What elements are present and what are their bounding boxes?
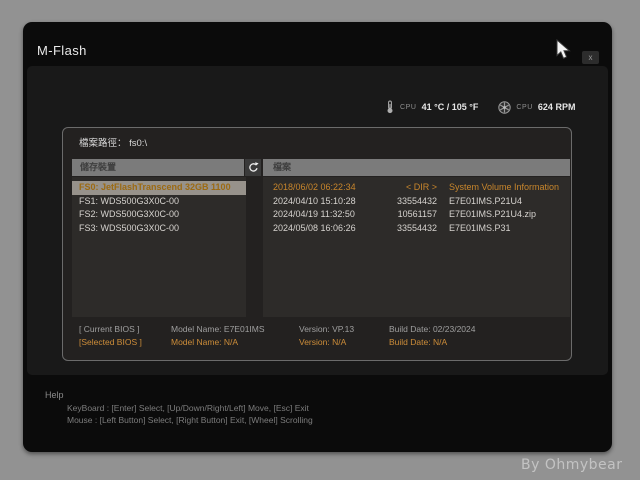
file-name: E7E01IMS.P31 (449, 222, 570, 236)
cpu-fan-label: CPU (516, 104, 533, 111)
file-size: 10561157 (385, 208, 437, 222)
selected-bios-info: [Selected BIOS ] Model Name: N/A Version… (79, 337, 447, 347)
file-name: E7E01IMS.P21U4 (449, 195, 570, 209)
thermometer-icon (385, 100, 395, 114)
cpu-temp-label: CPU (400, 104, 417, 111)
storage-device-row[interactable]: FS1: WDS500G3X0C-00 (72, 195, 246, 209)
arrow-cursor-icon (556, 39, 574, 61)
file-size: < DIR > (385, 181, 437, 195)
m-flash-window: M-Flash x CPU 41 °C / 105 °F (23, 22, 612, 452)
file-date: 2018/06/02 06:22:34 (273, 181, 373, 195)
selected-bios-version: Version: N/A (299, 337, 389, 347)
file-name: System Volume Information (449, 181, 570, 195)
file-row[interactable]: 2018/06/02 06:22:34 < DIR > System Volum… (263, 181, 570, 195)
watermark-text: By Ohmybear (521, 457, 623, 473)
refresh-icon (248, 162, 259, 173)
file-date: 2024/04/10 15:10:28 (273, 195, 373, 209)
close-button[interactable]: x (582, 51, 599, 64)
fan-icon (498, 101, 511, 114)
storage-device-row[interactable]: FS2: WDS500G3X0C-00 (72, 208, 246, 222)
storage-device-row[interactable]: FS3: WDS500G3X0C-00 (72, 222, 246, 236)
files-header: 檔案 (263, 159, 570, 176)
storage-devices-header: 儲存裝置 (72, 159, 244, 176)
content-panel: CPU 41 °C / 105 °F CPU (27, 66, 608, 375)
file-name: E7E01IMS.P21U4.zip (449, 208, 570, 222)
current-bios-label: [ Current BIOS ] (79, 324, 171, 334)
selected-bios-label: [Selected BIOS ] (79, 337, 171, 347)
window-title: M-Flash (37, 43, 87, 58)
file-row[interactable]: 2024/04/19 11:32:50 10561157 E7E01IMS.P2… (263, 208, 570, 222)
current-bios-info: [ Current BIOS ] Model Name: E7E01IMS Ve… (79, 324, 475, 334)
file-path-label: 檔案路徑： fs0:\ (79, 135, 147, 149)
file-date: 2024/04/19 11:32:50 (273, 208, 373, 222)
help-title: Help (45, 390, 64, 400)
file-size: 33554432 (385, 195, 437, 209)
current-bios-build-date: Build Date: 02/23/2024 (389, 324, 475, 334)
file-date: 2024/05/08 16:06:26 (273, 222, 373, 236)
selected-bios-build-date: Build Date: N/A (389, 337, 447, 347)
desktop-background: M-Flash x CPU 41 °C / 105 °F (0, 0, 640, 480)
help-keyboard-line: KeyBoard : [Enter] Select, [Up/Down/Righ… (67, 403, 309, 413)
storage-device-row[interactable]: FS0: JetFlashTranscend 32GB 1100 (72, 181, 246, 195)
refresh-button[interactable] (245, 159, 261, 176)
current-bios-version: Version: VP.13 (299, 324, 389, 334)
file-row[interactable]: 2024/05/08 16:06:26 33554432 E7E01IMS.P3… (263, 222, 570, 236)
file-list: 2018/06/02 06:22:34 < DIR > System Volum… (263, 177, 570, 317)
current-bios-model: Model Name: E7E01IMS (171, 324, 299, 334)
storage-device-list: FS0: JetFlashTranscend 32GB 1100 FS1: WD… (72, 177, 246, 317)
selected-bios-model: Model Name: N/A (171, 337, 299, 347)
hardware-status-bar: CPU 41 °C / 105 °F CPU (385, 99, 575, 115)
file-size: 33554432 (385, 222, 437, 236)
file-row[interactable]: 2024/04/10 15:10:28 33554432 E7E01IMS.P2… (263, 195, 570, 209)
cpu-fan-value: 624 RPM (538, 102, 576, 112)
cpu-temp-value: 41 °C / 105 °F (422, 102, 479, 112)
file-browser-box: 檔案路徑： fs0:\ 儲存裝置 檔案 FS0: JetFlashTransce… (62, 127, 572, 361)
help-mouse-line: Mouse : [Left Button] Select, [Right But… (67, 415, 313, 425)
